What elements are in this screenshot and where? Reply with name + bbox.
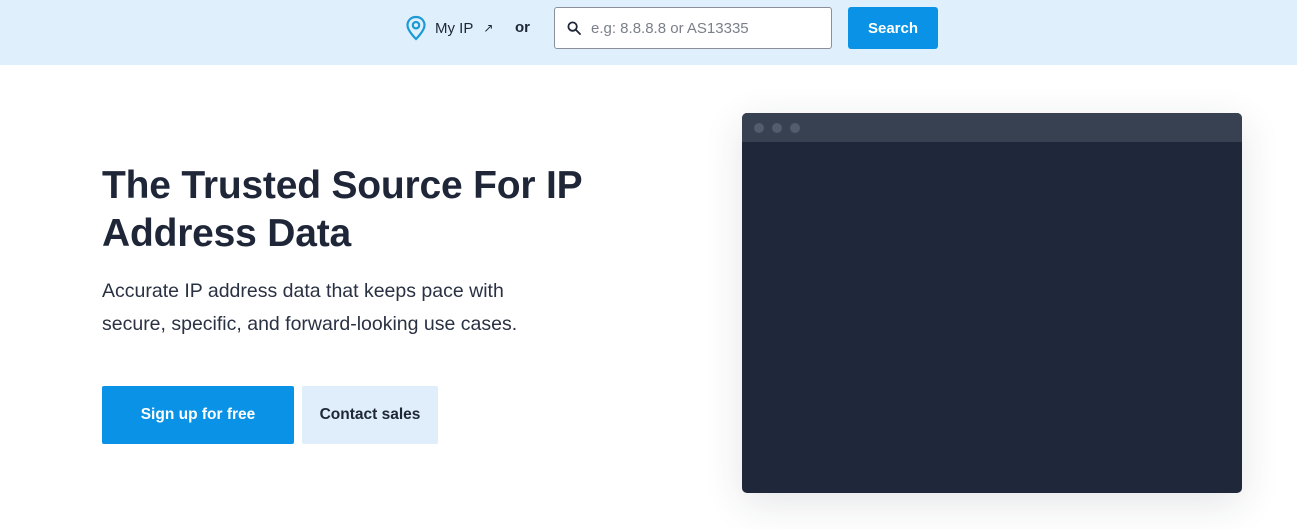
contact-sales-button[interactable]: Contact sales xyxy=(302,386,438,444)
window-dot-icon xyxy=(772,122,782,133)
search-icon xyxy=(567,21,581,35)
or-separator: or xyxy=(515,19,530,36)
my-ip-link[interactable]: My IP ↗ xyxy=(405,14,493,42)
window-dot-icon xyxy=(790,122,800,133)
sign-up-button[interactable]: Sign up for free xyxy=(102,386,294,444)
page-title: The Trusted Source For IP Address Data xyxy=(102,164,582,255)
search-field[interactable] xyxy=(554,7,832,49)
browser-mockup-titlebar xyxy=(742,113,1242,142)
my-ip-label: My IP xyxy=(435,19,474,37)
search-input[interactable] xyxy=(591,19,821,37)
window-dot-icon xyxy=(754,122,764,133)
map-pin-icon xyxy=(406,15,426,41)
search-button[interactable]: Search xyxy=(848,7,938,49)
browser-mockup xyxy=(742,113,1242,493)
external-arrow-icon: ↗ xyxy=(483,21,494,35)
hero-subtitle: Accurate IP address data that keeps pace… xyxy=(102,280,518,335)
top-search-bar: My IP ↗ or Search xyxy=(0,0,1297,65)
